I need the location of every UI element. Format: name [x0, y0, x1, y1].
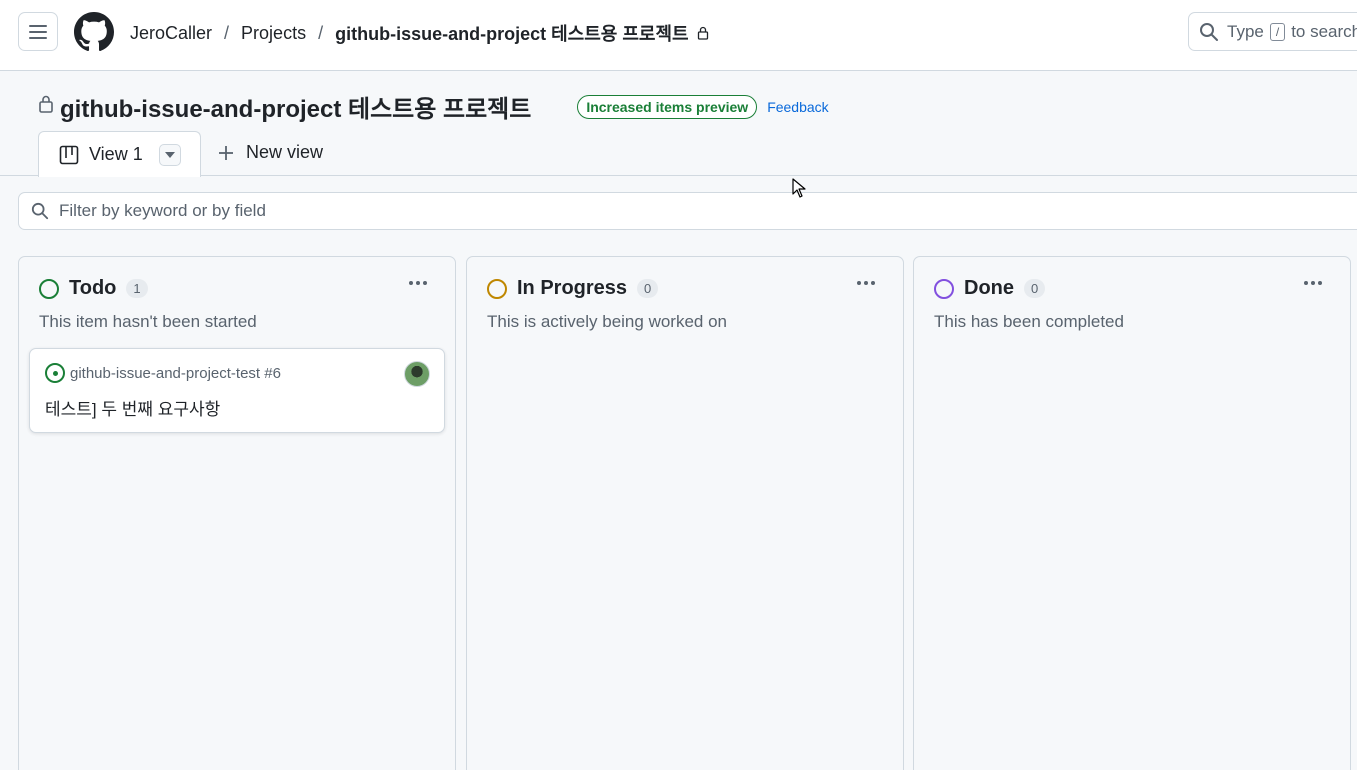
triangle-down-icon — [164, 151, 175, 158]
column-title: In Progress — [517, 277, 628, 299]
breadcrumb: JeroCaller / Projects / github-issue-and… — [130, 20, 709, 46]
board-card[interactable]: github-issue-and-project-test #6 테스트] 두 … — [29, 348, 445, 433]
card-repo: github-issue-and-project-test #6 — [45, 363, 281, 383]
breadcrumb-projects[interactable]: Projects — [241, 23, 306, 44]
hamburger-icon — [29, 24, 47, 39]
column-description: This has been completed — [934, 312, 1124, 331]
tab-view-1[interactable]: View 1 — [38, 131, 201, 177]
board-column-in-progress: In Progress 0 This is actively being wor… — [466, 256, 904, 770]
column-description: This item hasn't been started — [39, 312, 257, 331]
column-count: 1 — [126, 279, 148, 298]
column-count: 0 — [637, 279, 659, 298]
plus-icon — [219, 145, 233, 160]
menu-button[interactable] — [18, 12, 58, 51]
breadcrumb-project[interactable]: github-issue-and-project 테스트용 프로젝트 — [335, 20, 688, 46]
column-header: In Progress 0 — [487, 277, 659, 300]
column-description: This is actively being worked on — [487, 312, 728, 331]
feedback-link[interactable]: Feedback — [767, 99, 828, 115]
column-count: 0 — [1024, 279, 1046, 298]
preview-badge[interactable]: Increased items preview — [577, 94, 758, 119]
breadcrumb-separator: / — [318, 22, 324, 43]
project-title-row: github-issue-and-project 테스트용 프로젝트 Incre… — [38, 89, 829, 124]
global-search-input[interactable]: Type / to search — [1188, 12, 1357, 51]
global-header: JeroCaller / Projects / github-issue-and… — [0, 0, 1357, 71]
search-shortcut-key: / — [1269, 22, 1286, 41]
status-circle-icon — [487, 278, 507, 299]
column-header: Todo 1 — [39, 277, 148, 300]
issue-open-icon — [45, 363, 65, 383]
column-title: Todo — [69, 277, 117, 299]
search-icon — [1200, 22, 1218, 41]
column-menu-button[interactable] — [1304, 281, 1322, 285]
column-header: Done 0 — [934, 277, 1046, 300]
project-header: github-issue-and-project 테스트용 프로젝트 Incre… — [0, 71, 1357, 177]
view-options-button[interactable] — [158, 143, 181, 166]
card-repo-label[interactable]: github-issue-and-project-test #6 — [70, 365, 281, 382]
board-column-todo: Todo 1 This item hasn't been started git… — [18, 256, 456, 770]
tab-label: View 1 — [89, 144, 143, 164]
breadcrumb-owner[interactable]: JeroCaller — [130, 23, 212, 44]
lock-icon — [697, 26, 709, 40]
filter-placeholder: Filter by keyword or by field — [59, 201, 266, 220]
search-suffix: to search — [1291, 21, 1357, 41]
column-menu-button[interactable] — [857, 281, 875, 285]
board-icon — [59, 145, 79, 164]
search-icon — [31, 202, 49, 220]
status-circle-icon — [934, 278, 954, 299]
board-column-done: Done 0 This has been completed — [913, 256, 1351, 770]
new-view-label: New view — [246, 142, 324, 162]
status-circle-icon — [39, 278, 59, 299]
card-title[interactable]: 테스트] 두 번째 요구사항 — [45, 395, 220, 420]
page-title: github-issue-and-project 테스트용 프로젝트 — [60, 96, 532, 123]
search-prefix: Type — [1227, 21, 1264, 41]
filter-input[interactable]: Filter by keyword or by field — [18, 192, 1357, 230]
breadcrumb-separator: / — [224, 22, 230, 43]
column-menu-button[interactable] — [409, 281, 427, 285]
github-logo-icon[interactable] — [74, 12, 114, 52]
mouse-cursor-icon — [792, 178, 806, 203]
assignee-avatar[interactable] — [404, 361, 430, 387]
lock-icon — [38, 94, 54, 119]
new-view-button[interactable]: New view — [218, 142, 323, 163]
column-title: Done — [964, 277, 1014, 299]
